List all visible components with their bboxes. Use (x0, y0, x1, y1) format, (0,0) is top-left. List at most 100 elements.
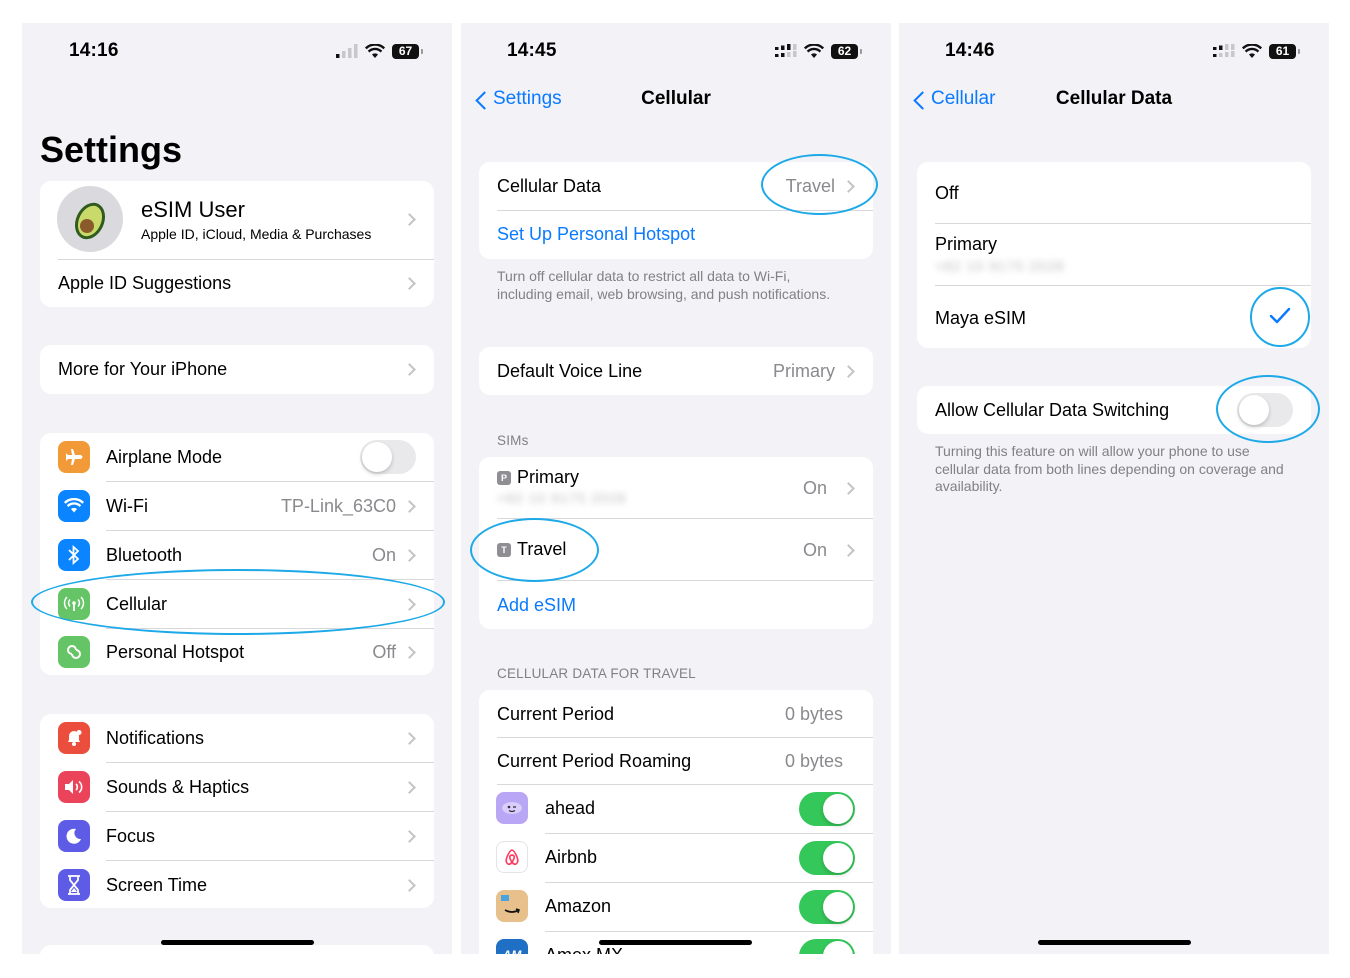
chevron-right-icon (403, 363, 416, 376)
option-primary[interactable]: Primary +82 10 9175 2028 (917, 224, 1311, 285)
general-group: Notifications Sounds & Haptics Focus Scr… (40, 714, 434, 908)
app-row-ahead: ahead (479, 785, 873, 833)
sounds-haptics-label: Sounds & Haptics (106, 777, 250, 797)
more-for-iphone-row[interactable]: More for Your iPhone (40, 345, 434, 394)
wifi-icon (58, 490, 90, 522)
sims-header: SIMs (497, 433, 529, 448)
current-period-roaming-label: Current Period Roaming (497, 751, 692, 771)
current-period-roaming-value: 0 bytes (784, 751, 843, 771)
avocado-icon (74, 202, 106, 240)
current-period-roaming-row: Current Period Roaming 0 bytes (479, 738, 873, 784)
page-title: Settings (40, 129, 183, 170)
chevron-right-icon (403, 277, 416, 290)
sim-primary-number: +82 10 9175 2028 (497, 490, 627, 506)
usage-header: CELLULAR DATA FOR TRAVEL (497, 666, 696, 681)
amex-app-icon: AM (496, 939, 528, 954)
more-for-iphone-label: More for Your iPhone (58, 359, 228, 379)
battery-indicator: 62 (831, 43, 862, 59)
status-time: 14:46 (945, 40, 995, 61)
amazon-toggle[interactable] (799, 890, 855, 924)
home-indicator (161, 940, 314, 945)
cellular-data-footer: Turn off cellular data to restrict all d… (497, 268, 831, 302)
speaker-icon (58, 771, 90, 803)
airplane-icon (58, 441, 90, 473)
airplane-mode-label: Airplane Mode (106, 447, 223, 467)
wifi-status-icon (1242, 43, 1262, 58)
data-switching-label: Allow Cellular Data Switching (935, 400, 1170, 420)
sidebar-item-notifications[interactable]: Notifications (40, 714, 434, 762)
apple-id-suggestions-row[interactable]: Apple ID Suggestions (40, 260, 434, 307)
sidebar-item-wifi[interactable]: Wi-Fi TP-Link_63C0 (40, 482, 434, 530)
airbnb-toggle[interactable] (799, 841, 855, 875)
apple-id-suggestions-label: Apple ID Suggestions (58, 273, 232, 293)
sim-primary-value: On (802, 478, 827, 498)
screen-time-label: Screen Time (106, 875, 208, 895)
battery-indicator: 61 (1269, 43, 1300, 59)
data-switching-footer: Turning this feature on will allow your … (935, 443, 1284, 494)
chevron-right-icon (842, 365, 855, 378)
chevron-right-icon (403, 549, 416, 562)
option-primary-number: +82 10 9175 2028 (935, 258, 1065, 274)
add-esim-link[interactable]: Add eSIM (479, 581, 873, 629)
chevron-right-icon (403, 830, 416, 843)
hotspot-setup-label: Set Up Personal Hotspot (497, 224, 696, 244)
home-indicator (1038, 940, 1191, 945)
chevron-right-icon (403, 213, 416, 226)
ahead-label: ahead (545, 798, 596, 818)
ahead-toggle[interactable] (799, 792, 855, 826)
sidebar-item-personal-hotspot[interactable]: Personal Hotspot Off (40, 629, 434, 675)
sim-travel-value: On (802, 540, 827, 560)
sim-row-primary[interactable]: P Primary +82 10 9175 2028 On (479, 457, 873, 518)
sidebar-item-screen-time[interactable]: Screen Time (40, 861, 434, 908)
personal-hotspot-value: Off (372, 642, 396, 662)
account-card: eSIM User Apple ID, iCloud, Media & Purc… (40, 181, 434, 307)
wifi-status-icon (365, 43, 385, 58)
sidebar-item-sounds-haptics[interactable]: Sounds & Haptics (40, 763, 434, 811)
account-row[interactable]: eSIM User Apple ID, iCloud, Media & Purc… (40, 181, 434, 259)
highlight-ring (470, 518, 599, 582)
airplane-mode-toggle[interactable] (360, 440, 416, 474)
next-group (40, 945, 434, 954)
notifications-label: Notifications (106, 728, 205, 748)
option-off[interactable]: Off (917, 162, 1311, 223)
account-name: eSIM User (141, 197, 245, 222)
bluetooth-label: Bluetooth (106, 545, 183, 565)
current-period-row: Current Period 0 bytes (479, 690, 873, 737)
cellular-data-screen: 14:46 61 Cellular Cellular Data Off Prim… (899, 23, 1329, 954)
home-indicator (599, 940, 752, 945)
moon-icon (58, 820, 90, 852)
chevron-right-icon (403, 500, 416, 513)
default-voice-line-row[interactable]: Default Voice Line Primary (479, 347, 873, 395)
nav-title: Cellular Data (1055, 88, 1173, 109)
highlight-ring (31, 569, 445, 635)
add-esim-label: Add eSIM (497, 595, 577, 615)
default-voice-line-label: Default Voice Line (497, 361, 643, 381)
bell-icon (58, 722, 90, 754)
nav-title: Cellular (641, 88, 711, 109)
chevron-right-icon (403, 781, 416, 794)
dual-signal-icon (1213, 44, 1235, 57)
amex-toggle[interactable] (799, 939, 855, 954)
hotspot-setup-link[interactable]: Set Up Personal Hotspot (479, 211, 873, 259)
connectivity-group: Airplane Mode Wi-Fi TP-Link_63C0 Bluetoo… (40, 433, 434, 675)
chevron-right-icon (403, 732, 416, 745)
sidebar-item-focus[interactable]: Focus (40, 812, 434, 860)
usage-group: Current Period 0 bytes Current Period Ro… (479, 690, 873, 954)
sim-primary-label: P Primary (497, 467, 579, 488)
settings-screen: 14:16 67 Settings eSIM User Apple ID, iC… (22, 23, 452, 954)
sidebar-item-airplane-mode[interactable]: Airplane Mode (40, 433, 434, 481)
app-row-airbnb: Airbnb (479, 834, 873, 882)
signal-icon (336, 44, 358, 58)
bluetooth-icon (58, 539, 90, 571)
chevron-right-icon (842, 482, 855, 495)
default-voice-line-value: Primary (773, 361, 835, 381)
chevron-right-icon (403, 646, 416, 659)
option-off-label: Off (935, 183, 959, 203)
account-subtitle: Apple ID, iCloud, Media & Purchases (141, 226, 372, 242)
status-time: 14:45 (507, 40, 557, 61)
amex-label: Amex MX (545, 945, 623, 954)
amazon-app-icon (496, 890, 528, 922)
airbnb-label: Airbnb (545, 847, 598, 867)
wifi-status-icon (804, 43, 824, 58)
wifi-label: Wi-Fi (106, 496, 148, 516)
